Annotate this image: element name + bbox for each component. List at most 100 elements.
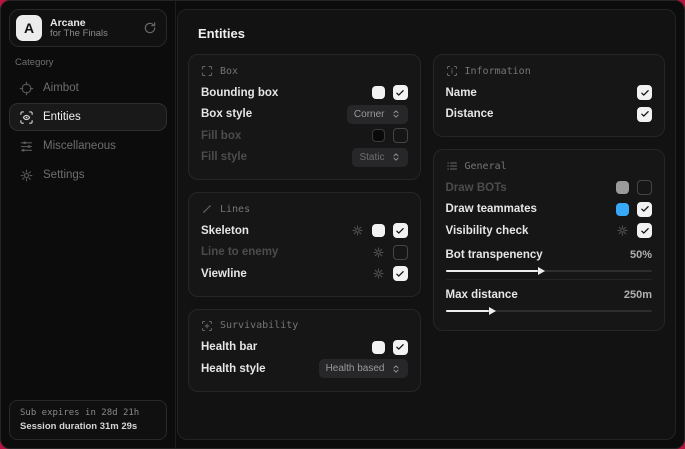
- slider-value: 50%: [630, 249, 652, 261]
- sidebar-item-label: Settings: [43, 169, 85, 181]
- color-swatch[interactable]: [372, 224, 385, 237]
- section-header: Information: [446, 65, 653, 77]
- row-controls: [372, 266, 408, 281]
- check-icon: [640, 88, 650, 98]
- section-card-lines: Lines Skeleton Line to enemy Viewline: [188, 192, 421, 297]
- setting-row-draw-teammates: Draw teammates: [446, 199, 653, 221]
- section-card-survivability: SurvivabilityHealth barHealth styleHealt…: [188, 309, 421, 392]
- setting-label: Skeleton: [201, 225, 249, 237]
- sidebar-item-aimbot[interactable]: Aimbot: [9, 74, 167, 102]
- row-controls: [616, 180, 652, 195]
- row-settings-gear-icon[interactable]: [372, 267, 385, 280]
- setting-label: Viewline: [201, 268, 247, 280]
- checkbox[interactable]: [393, 266, 408, 281]
- color-swatch[interactable]: [616, 203, 629, 216]
- color-swatch[interactable]: [372, 341, 385, 354]
- brand-card: A Arcane for The Finals: [9, 9, 167, 47]
- slider-label: Max distance: [446, 289, 518, 301]
- slider-max-distance[interactable]: [446, 310, 653, 312]
- setting-label: Health style: [201, 363, 266, 375]
- select-value: Static: [359, 152, 384, 163]
- section-header: Lines: [201, 203, 408, 215]
- section-card-general: General Draw BOTsDraw teammates Visibility…: [433, 149, 666, 331]
- checkbox[interactable]: [637, 202, 652, 217]
- setting-label: Fill box: [201, 130, 241, 142]
- row-controls: [372, 245, 408, 260]
- sidebar-item-entities[interactable]: Entities: [9, 103, 167, 131]
- scan-info-icon: [446, 65, 458, 77]
- color-swatch[interactable]: [616, 181, 629, 194]
- app-window: A Arcane for The Finals Category AimbotE…: [0, 0, 685, 449]
- sync-settings-button[interactable]: [143, 21, 157, 35]
- section-card-information: InformationNameDistance: [433, 54, 666, 137]
- check-icon: [640, 226, 650, 236]
- slider-thumb[interactable]: [538, 267, 545, 275]
- setting-label: Fill style: [201, 151, 247, 163]
- checkbox[interactable]: [393, 340, 408, 355]
- sidebar-item-miscellaneous[interactable]: Miscellaneous: [9, 132, 167, 160]
- check-icon: [395, 226, 405, 236]
- row-controls: Health based: [319, 359, 408, 378]
- select-health-style[interactable]: Health based: [319, 359, 408, 378]
- check-icon: [395, 269, 405, 279]
- setting-row-bounding-box: Bounding box: [201, 82, 408, 104]
- brand-text: Arcane for The Finals: [50, 17, 135, 40]
- setting-row-draw-bots: Draw BOTs: [446, 177, 653, 199]
- setting-label: Distance: [446, 108, 494, 120]
- row-settings-gear-icon[interactable]: [351, 224, 364, 237]
- sidebar-item-settings[interactable]: Settings: [9, 161, 167, 189]
- select-fill-style[interactable]: Static: [352, 148, 407, 167]
- checkbox[interactable]: [393, 85, 408, 100]
- row-controls: [351, 223, 408, 238]
- slider-thumb[interactable]: [489, 307, 496, 315]
- unfold-icon: [391, 364, 401, 374]
- gear-icon: [351, 224, 364, 237]
- scan-cross-icon: [201, 320, 213, 332]
- setting-label: Line to enemy: [201, 246, 278, 258]
- subscription-card: Sub expires in 28d 21h Session duration …: [9, 400, 167, 440]
- section-title: Survivability: [220, 320, 298, 331]
- check-icon: [395, 342, 405, 352]
- row-settings-gear-icon[interactable]: [616, 224, 629, 237]
- checkbox[interactable]: [637, 85, 652, 100]
- setting-row-line-to-enemy: Line to enemy: [201, 242, 408, 264]
- sidebar-item-label: Aimbot: [43, 82, 79, 94]
- slider-group-bot-transpenency: Bot transpenency50%: [446, 246, 653, 272]
- select-value: Health based: [326, 363, 385, 374]
- color-swatch[interactable]: [372, 86, 385, 99]
- section-header: General: [446, 160, 653, 172]
- checkbox[interactable]: [393, 245, 408, 260]
- sub-expiry-text: Sub expires in 28d 21h: [20, 408, 156, 418]
- row-controls: [372, 85, 408, 100]
- unfold-icon: [391, 152, 401, 162]
- setting-row-skeleton: Skeleton: [201, 220, 408, 242]
- checkbox[interactable]: [393, 223, 408, 238]
- checkbox[interactable]: [637, 223, 652, 238]
- checkbox[interactable]: [393, 128, 408, 143]
- divider: [446, 279, 653, 280]
- slider-bot-transpenency[interactable]: [446, 270, 653, 272]
- row-controls: [372, 128, 408, 143]
- refresh-icon: [143, 21, 157, 35]
- select-box-style[interactable]: Corner: [347, 105, 408, 124]
- section-header: Box: [201, 65, 408, 77]
- color-swatch[interactable]: [372, 129, 385, 142]
- checkbox[interactable]: [637, 107, 652, 122]
- sidebar-item-label: Entities: [43, 111, 81, 123]
- list-icon: [446, 160, 458, 172]
- row-settings-gear-icon[interactable]: [372, 246, 385, 259]
- row-controls: [637, 85, 652, 100]
- sidebar: A Arcane for The Finals Category AimbotE…: [1, 1, 176, 448]
- check-icon: [640, 109, 650, 119]
- setting-label: Visibility check: [446, 225, 529, 237]
- check-icon: [395, 88, 405, 98]
- select-value: Corner: [354, 109, 385, 120]
- section-title: Information: [465, 66, 531, 77]
- app-logo: A: [16, 15, 42, 41]
- main-panel: Entities BoxBounding boxBox styleCornerF…: [177, 9, 676, 440]
- setting-label: Box style: [201, 108, 252, 120]
- check-icon: [640, 204, 650, 214]
- row-controls: [616, 223, 652, 238]
- checkbox[interactable]: [637, 180, 652, 195]
- row-controls: [616, 202, 652, 217]
